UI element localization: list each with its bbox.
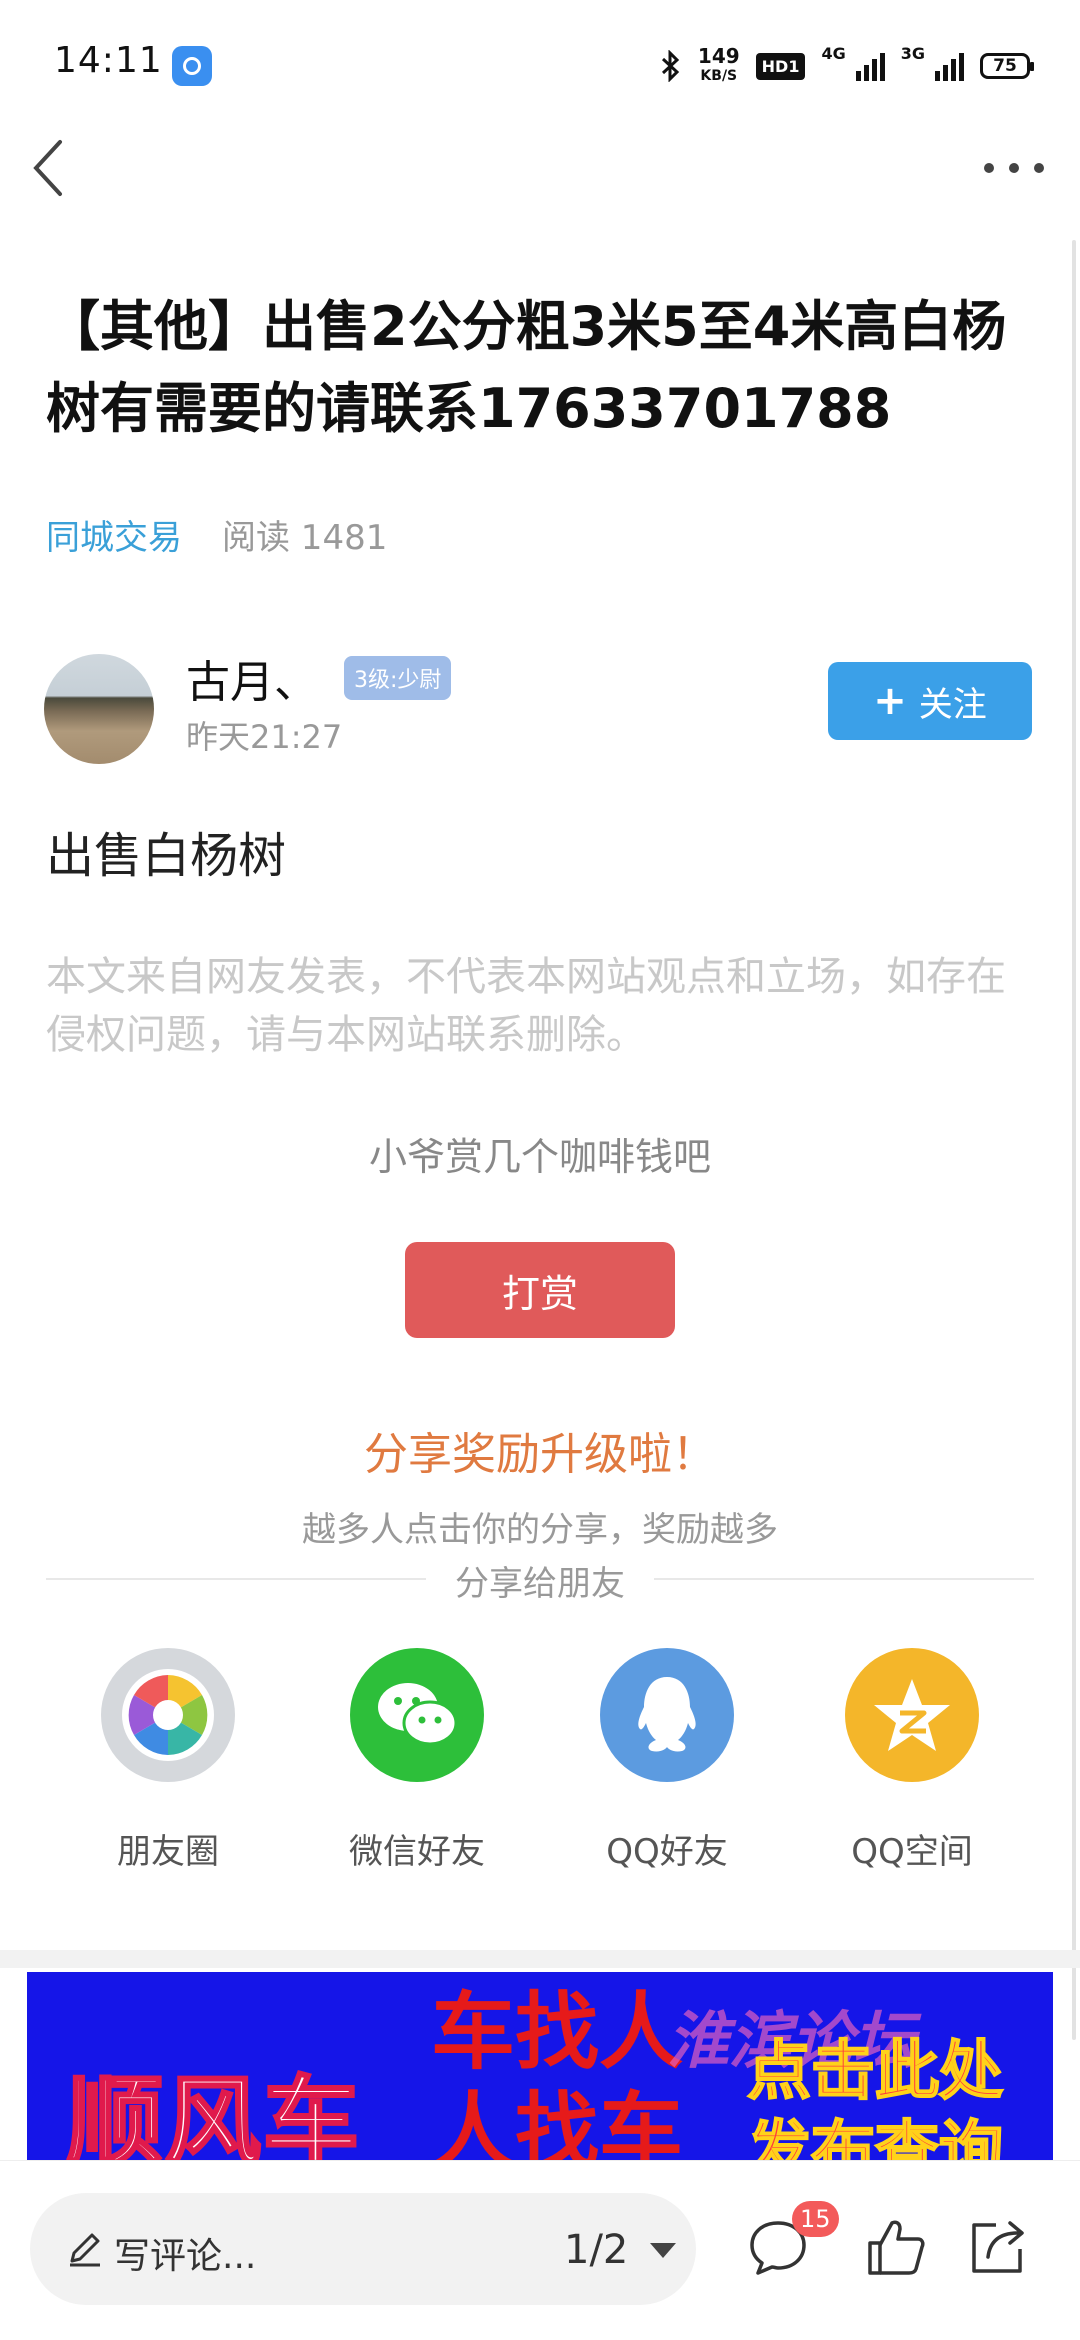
bottom-bar: 写评论... 1/2 15 xyxy=(0,2160,1080,2340)
net-speed-value: 149 xyxy=(697,44,740,68)
page-indicator[interactable]: 1/2 xyxy=(564,2227,628,2273)
status-time: 14:11 xyxy=(54,40,163,81)
disclaimer-text: 本文来自网友发表，不代表本网站观点和立场，如存在侵权问题，请与本网站联系删除。 xyxy=(46,954,1006,1058)
signal1-label: 4G xyxy=(821,44,846,63)
signal2-bars-icon xyxy=(935,51,964,81)
read-count: 阅读 1481 xyxy=(222,518,388,558)
share-qq[interactable]: QQ好友 xyxy=(567,1648,767,1873)
pen-icon xyxy=(70,2233,100,2267)
comment-placeholder: 写评论... xyxy=(114,2236,257,2277)
article-meta: 同城交易 阅读 1481 xyxy=(46,510,387,559)
like-icon[interactable] xyxy=(864,2215,928,2279)
bluetooth-icon xyxy=(661,50,680,82)
signal1-bars-icon xyxy=(855,51,885,81)
hotspot-app-icon xyxy=(172,46,212,86)
more-options-icon[interactable] xyxy=(984,150,1044,186)
share-icon[interactable] xyxy=(966,2215,1030,2279)
carpool-banner-ad[interactable]: 顺风车 车找人 人找车 淮滨论坛 点击此处 发布查询 xyxy=(27,1972,1053,2172)
reward-tip: 小爷赏几个咖啡钱吧 xyxy=(368,1135,711,1179)
banner-right-text: 点击此处 发布查询 xyxy=(746,2034,1004,2172)
page-dropdown-icon[interactable] xyxy=(650,2243,676,2258)
post-time: 昨天21:27 xyxy=(186,718,343,756)
author-level-badge: 3级:少尉 xyxy=(344,656,452,700)
status-bar: 14:11 149 KB/S HD1 4G 3G 75 xyxy=(0,0,1080,130)
share-wechat[interactable]: 微信好友 xyxy=(317,1648,517,1873)
share-moments[interactable]: 朋友圈 xyxy=(68,1648,268,1873)
net-speed: 149 KB/S xyxy=(698,46,740,86)
follow-label: 关注 xyxy=(918,684,987,725)
wechat-icon xyxy=(350,1648,484,1782)
status-indicators: 149 KB/S HD1 4G 3G 75 xyxy=(660,44,1034,88)
battery-icon: 75 xyxy=(980,53,1034,79)
article-title: 【其他】出售2公分粗3米5至4米高白杨树有需要的请联系17633701788 xyxy=(46,295,1007,440)
article-body: 出售白杨树 xyxy=(46,828,287,884)
moments-icon xyxy=(101,1648,235,1782)
share-subtitle: 越多人点击你的分享，奖励越多 xyxy=(302,1510,778,1550)
comment-input[interactable]: 写评论... 1/2 xyxy=(30,2193,696,2305)
share-qq-label: QQ好友 xyxy=(606,1832,728,1872)
plus-icon: + xyxy=(873,678,907,724)
back-arrow-icon[interactable] xyxy=(26,138,86,198)
share-divider: 分享给朋友 xyxy=(46,1556,1034,1616)
follow-button[interactable]: + 关注 xyxy=(828,662,1032,740)
hd-badge: HD1 xyxy=(755,52,806,80)
comment-count-badge: 15 xyxy=(792,2201,839,2237)
category-link[interactable]: 同城交易 xyxy=(46,510,182,559)
share-qzone-label: QQ空间 xyxy=(851,1832,973,1872)
author-name[interactable]: 古月、 xyxy=(186,646,318,710)
qq-icon xyxy=(600,1648,734,1782)
net-speed-unit: KB/S xyxy=(700,68,738,84)
share-title: 分享奖励升级啦！ xyxy=(364,1429,716,1480)
share-divider-label: 分享给朋友 xyxy=(455,1564,625,1604)
banner-main-text: 顺风车 xyxy=(66,2065,361,2173)
share-wechat-label: 微信好友 xyxy=(349,1832,485,1872)
share-qzone[interactable]: QQ空间 xyxy=(812,1648,1012,1873)
signal2-label: 3G xyxy=(900,44,925,63)
qzone-icon xyxy=(845,1648,979,1782)
author-avatar[interactable] xyxy=(44,654,154,764)
share-moments-label: 朋友圈 xyxy=(117,1832,219,1872)
section-divider xyxy=(0,1950,1080,1968)
reward-button[interactable]: 打赏 xyxy=(405,1242,675,1338)
